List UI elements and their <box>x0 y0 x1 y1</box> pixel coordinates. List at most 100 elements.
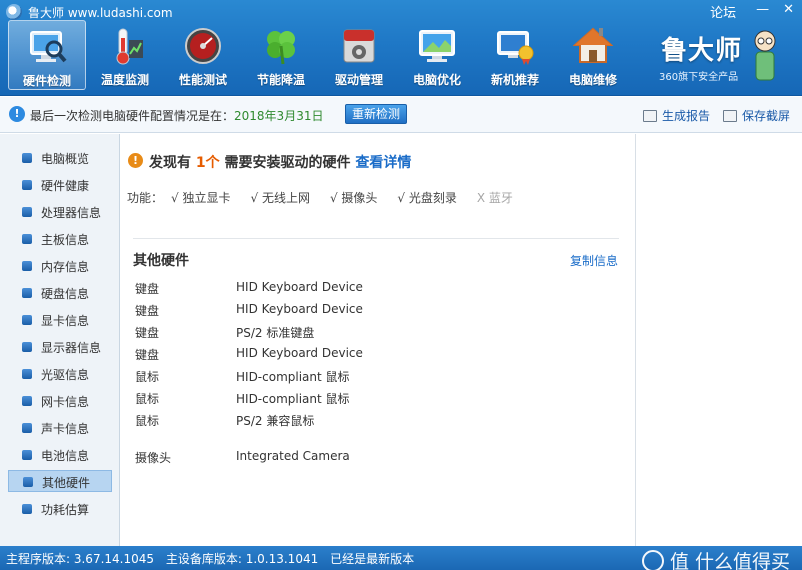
hardware-name: HID-compliant 鼠标 <box>236 392 350 406</box>
sidebar-item-label: 网卡信息 <box>41 395 90 409</box>
hardware-name: PS/2 标准键盘 <box>236 326 315 340</box>
hardware-name: PS/2 兼容鼠标 <box>236 414 315 428</box>
update-status: 已经是最新版本 <box>330 552 415 566</box>
nav-energy-saving[interactable]: 节能降温 <box>242 20 320 90</box>
copy-info-link[interactable]: 复制信息 <box>570 252 618 269</box>
hardware-name: HID-compliant 鼠标 <box>236 370 350 384</box>
nav-temperature[interactable]: 温度监测 <box>86 20 164 90</box>
db-version: 主设备库版本: 1.0.13.1041 <box>165 552 319 566</box>
bullet-icon <box>22 450 32 460</box>
camera-icon <box>723 109 737 122</box>
sidebar-item-motherboard[interactable]: 主板信息 <box>8 228 112 250</box>
toolbar: 鲁大师 www.ludashi.com 论坛 — ✕ 硬件检测 温度监测 性能测… <box>0 0 802 96</box>
section-title: 其他硬件 <box>133 253 189 269</box>
nav-label: 驱动管理 <box>334 73 383 87</box>
close-button[interactable]: ✕ <box>783 2 794 21</box>
watermark: 值 什么值得买 <box>641 547 790 570</box>
sidebar-item-sound[interactable]: 声卡信息 <box>8 417 112 439</box>
redetect-button[interactable]: 重新检测 <box>345 104 407 124</box>
warning-icon: ! <box>128 153 143 168</box>
mascot-icon <box>754 30 776 81</box>
table-row: 键盘 HID Keyboard Device <box>135 300 615 320</box>
nav-label: 节能降温 <box>256 73 305 87</box>
status-text: 主程序版本: 3.67.14.1045 主设备库版本: 1.0.13.1041 … <box>6 550 422 567</box>
info-bar: ! 最后一次检测电脑硬件配置情况是在：2018年3月31日 重新检测 生成报告 … <box>0 97 802 133</box>
brand-logo: 鲁大师 360旗下安全产品 <box>655 28 776 88</box>
right-panel <box>635 134 802 546</box>
sidebar-item-disk[interactable]: 硬盘信息 <box>8 282 112 304</box>
hardware-type: 鼠标 <box>135 392 160 406</box>
sidebar-item-gpu[interactable]: 显卡信息 <box>8 309 112 331</box>
sidebar-item-memory[interactable]: 内存信息 <box>8 255 112 277</box>
bullet-icon <box>22 396 32 406</box>
sidebar-item-label: 显示器信息 <box>41 341 102 355</box>
bullet-icon <box>22 342 32 352</box>
watermark-text: 值 什么值得买 <box>669 551 790 570</box>
sidebar-item-other-hardware[interactable]: 其他硬件 <box>8 470 112 492</box>
sidebar-item-label: 电池信息 <box>41 449 90 463</box>
sidebar-item-monitor[interactable]: 显示器信息 <box>8 336 112 358</box>
view-details-link[interactable]: 查看详情 <box>355 155 411 171</box>
save-screenshot-button[interactable]: 保存截屏 <box>723 107 790 124</box>
watermark-logo-icon <box>641 549 664 570</box>
feature-bluetooth: X 蓝牙 <box>476 191 513 205</box>
speedometer-icon <box>185 28 221 64</box>
alert-prefix: 发现有 <box>149 155 191 171</box>
bullet-icon <box>22 315 32 325</box>
sidebar-item-label: 内存信息 <box>41 260 90 274</box>
sidebar-item-cpu[interactable]: 处理器信息 <box>8 201 112 223</box>
hardware-type: 鼠标 <box>135 414 160 428</box>
app-logo-icon <box>6 4 22 20</box>
sidebar-item-power[interactable]: 功耗估算 <box>8 498 112 520</box>
bullet-icon <box>22 207 32 217</box>
bullet-icon <box>22 234 32 244</box>
clover-icon <box>267 31 295 65</box>
nav-label: 温度监测 <box>100 73 149 87</box>
feature-wifi: √ 无线上网 <box>250 191 310 205</box>
minimize-button[interactable]: — <box>756 2 769 21</box>
bullet-icon <box>22 288 32 298</box>
sidebar-item-network[interactable]: 网卡信息 <box>8 390 112 412</box>
generate-report-button[interactable]: 生成报告 <box>643 107 710 124</box>
nav-label: 电脑优化 <box>412 73 461 87</box>
nav-hardware-detect[interactable]: 硬件检测 <box>8 20 86 90</box>
nav-optimize[interactable]: 电脑优化 <box>398 20 476 90</box>
sidebar-item-label: 硬件健康 <box>41 179 90 193</box>
feature-camera: √ 摄像头 <box>329 191 378 205</box>
features-label: 功能： <box>127 191 164 205</box>
sidebar-item-battery[interactable]: 电池信息 <box>8 444 112 466</box>
nav-repair[interactable]: 电脑维修 <box>554 20 632 90</box>
hardware-name: HID Keyboard Device <box>236 302 363 316</box>
feature-burner: √ 光盘刻录 <box>397 191 457 205</box>
last-scan-text: 最后一次检测电脑硬件配置情况是在： <box>30 109 235 123</box>
sidebar-item-label: 功耗估算 <box>41 503 90 517</box>
forum-link[interactable]: 论坛 <box>710 2 736 21</box>
sidebar: 电脑概览 硬件健康 处理器信息 主板信息 内存信息 硬盘信息 显卡信息 显示器信… <box>0 134 120 546</box>
bullet-icon <box>23 477 33 487</box>
sidebar-item-label: 其他硬件 <box>42 476 91 490</box>
main-panel: ! 发现有 1个 需要安装驱动的硬件 查看详情 功能： √ 独立显卡 √ 无线上… <box>121 134 635 546</box>
sidebar-item-health[interactable]: 硬件健康 <box>8 174 112 196</box>
save-screenshot-label: 保存截屏 <box>742 109 791 123</box>
nav-label: 电脑维修 <box>568 73 617 87</box>
sidebar-item-label: 处理器信息 <box>41 206 102 220</box>
nav-driver-management[interactable]: 驱动管理 <box>320 20 398 90</box>
sidebar-item-overview[interactable]: 电脑概览 <box>8 147 112 169</box>
table-row: 鼠标 HID-compliant 鼠标 <box>135 366 615 386</box>
hardware-name: Integrated Camera <box>236 449 350 463</box>
nav-label: 硬件检测 <box>22 74 71 88</box>
sidebar-item-label: 显卡信息 <box>41 314 90 328</box>
feature-gpu: √ 独立显卡 <box>171 191 231 205</box>
sidebar-item-label: 硬盘信息 <box>41 287 90 301</box>
hardware-detect-icon <box>30 31 67 63</box>
window-controls: 论坛 — ✕ <box>710 2 794 21</box>
sidebar-item-optical[interactable]: 光驱信息 <box>8 363 112 385</box>
brand-name: 鲁大师 <box>661 36 743 66</box>
nav-performance[interactable]: 性能测试 <box>164 20 242 90</box>
table-row: 键盘 HID Keyboard Device <box>135 344 615 364</box>
main-version: 主程序版本: 3.67.14.1045 <box>6 552 155 566</box>
status-bar: 主程序版本: 3.67.14.1045 主设备库版本: 1.0.13.1041 … <box>0 546 802 570</box>
nav-new-pc[interactable]: 新机推荐 <box>476 20 554 90</box>
last-scan-date: 2018年3月31日 <box>234 109 324 123</box>
hardware-type: 鼠标 <box>135 370 160 384</box>
